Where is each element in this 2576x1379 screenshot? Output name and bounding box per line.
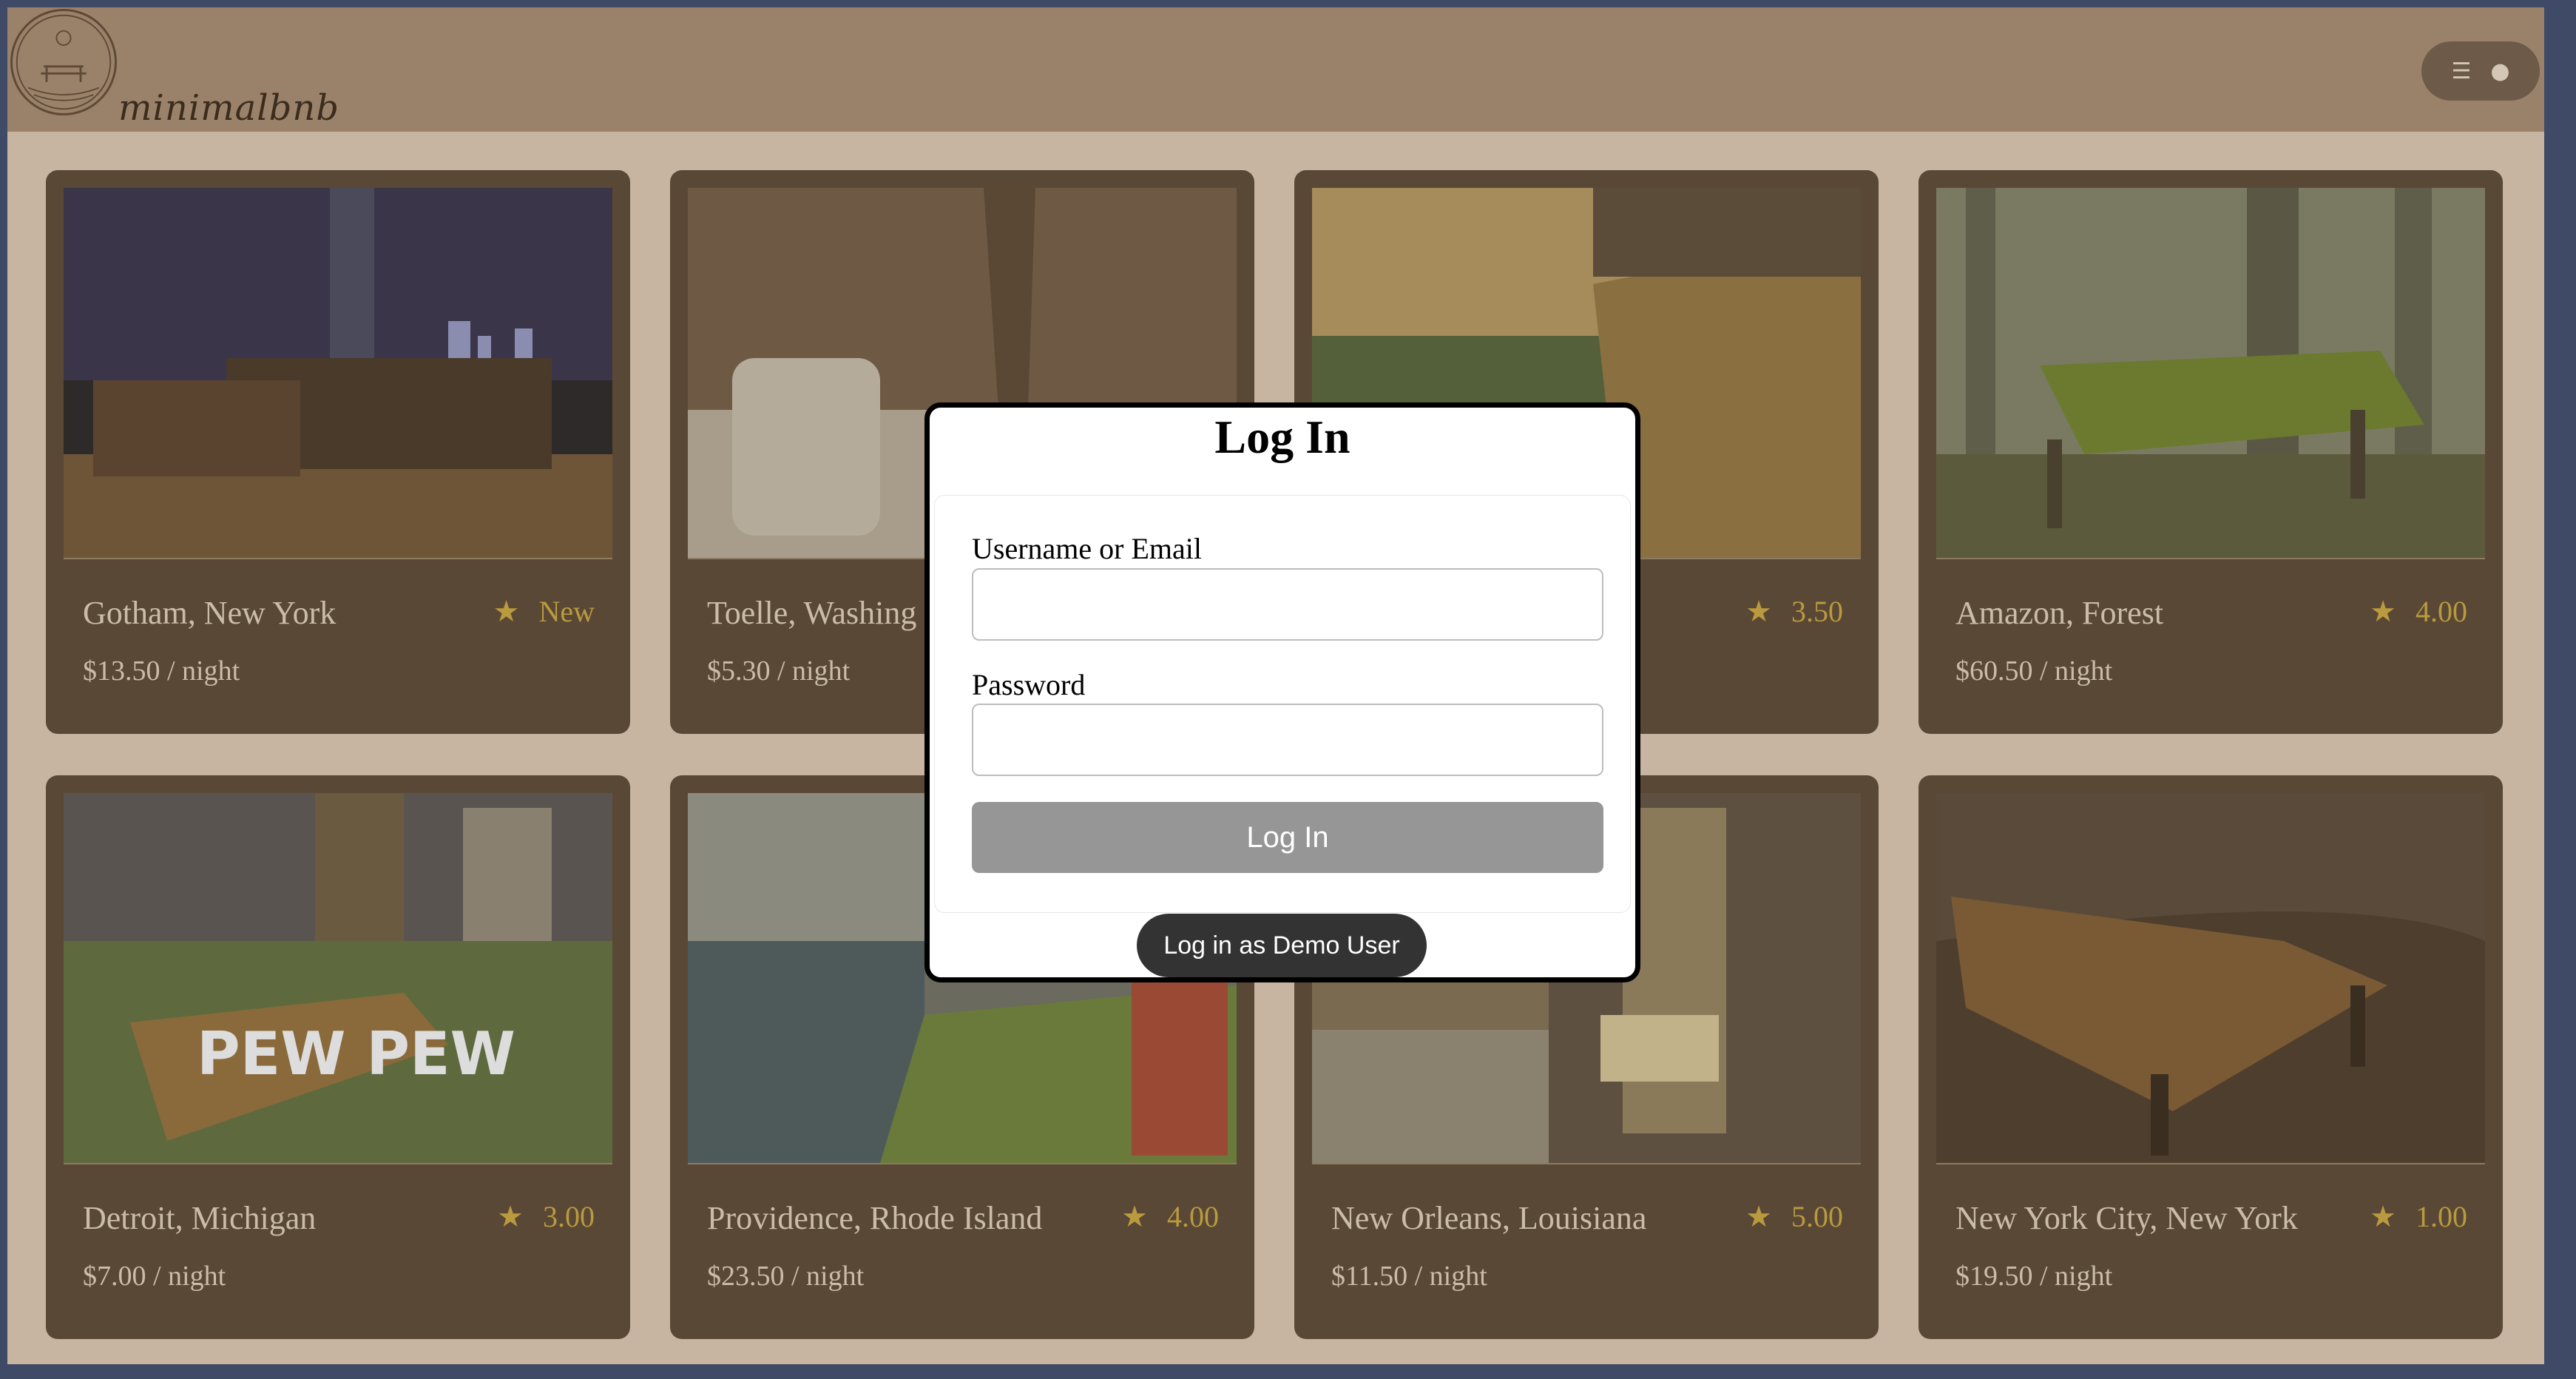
star-icon: ★ [1745, 1199, 1772, 1234]
listing-rating: ★ New [493, 594, 595, 629]
star-icon: ★ [493, 594, 520, 629]
password-input[interactable] [972, 704, 1603, 776]
logo-text[interactable]: minimalbnb [118, 87, 339, 129]
listing-city: Toelle, Washing [707, 595, 917, 631]
listing-photo[interactable] [1936, 793, 2485, 1164]
star-icon: ★ [497, 1199, 524, 1234]
password-label: Password [972, 668, 1086, 701]
star-icon: ★ [1745, 594, 1772, 629]
listing-price: $5.30 / night [707, 655, 851, 687]
listing-price: $19.50 / night [1955, 1261, 2113, 1292]
listing-rating: ★ 4.00 [1121, 1199, 1219, 1234]
page-viewport: minimalbnb ☰ ● Gotham, New York ★ New $1… [7, 7, 2544, 1364]
listing-city: Providence, Rhode Island [707, 1200, 1043, 1236]
listing-photo[interactable]: PEW PEW [64, 793, 612, 1164]
listing-city: New York City, New York [1955, 1200, 2298, 1236]
rating-value: 3.50 [1791, 595, 1843, 628]
listing-rating: ★ 5.00 [1745, 1199, 1843, 1234]
profile-menu-button[interactable]: ☰ ● [2421, 41, 2540, 101]
listing-card[interactable]: New York City, New York ★ 1.00 $19.50 / … [1919, 775, 2503, 1339]
listing-price: $23.50 / night [707, 1261, 865, 1292]
listing-rating: ★ 1.00 [2370, 1199, 2467, 1234]
listing-photo[interactable] [1936, 188, 2485, 559]
listing-city: Gotham, New York [83, 595, 337, 631]
rating-value: 3.00 [543, 1200, 595, 1233]
username-label: Username or Email [972, 532, 1202, 565]
username-input[interactable] [972, 568, 1603, 641]
rating-value: New [538, 595, 595, 628]
login-modal: Log In Username or Email Password Log In… [924, 402, 1640, 982]
star-icon: ★ [2370, 1199, 2396, 1234]
rating-value: 5.00 [1791, 1200, 1843, 1233]
listing-price: $13.50 / night [83, 655, 240, 687]
listing-city: New Orleans, Louisiana [1331, 1200, 1647, 1236]
menu-icon: ☰ [2451, 58, 2472, 84]
user-icon: ● [2490, 58, 2510, 84]
listing-city: Detroit, Michigan [83, 1200, 317, 1236]
rating-value: 1.00 [2416, 1200, 2467, 1233]
listing-rating: ★ 4.00 [2370, 594, 2467, 629]
site-header: minimalbnb ☰ ● [7, 7, 2544, 132]
star-icon: ★ [2370, 594, 2396, 629]
listing-rating: ★ 3.50 [1745, 594, 1843, 629]
logo-icon[interactable] [10, 9, 117, 115]
star-icon: ★ [1121, 1199, 1148, 1234]
listing-price: $60.50 / night [1955, 655, 2113, 687]
listing-card[interactable]: Amazon, Forest ★ 4.00 $60.50 / night [1919, 170, 2503, 734]
listing-city: Amazon, Forest [1955, 595, 2164, 631]
listing-photo[interactable] [64, 188, 612, 559]
login-submit-button[interactable]: Log In [972, 802, 1603, 873]
listing-card[interactable]: Gotham, New York ★ New $13.50 / night [46, 170, 630, 734]
login-form: Username or Email Password Log In [934, 495, 1631, 913]
svg-text:PEW PEW: PEW PEW [197, 1019, 515, 1088]
rating-value: 4.00 [2416, 595, 2467, 628]
listing-price: $11.50 / night [1331, 1261, 1487, 1292]
modal-title: Log In [1214, 411, 1350, 463]
demo-login-button[interactable]: Log in as Demo User [1137, 914, 1427, 977]
listing-rating: ★ 3.00 [497, 1199, 595, 1234]
listing-card[interactable]: PEW PEW Detroit, Michigan ★ 3.00 $7.00 /… [46, 775, 630, 1339]
listing-price: $7.00 / night [83, 1261, 226, 1292]
rating-value: 4.00 [1167, 1200, 1219, 1233]
